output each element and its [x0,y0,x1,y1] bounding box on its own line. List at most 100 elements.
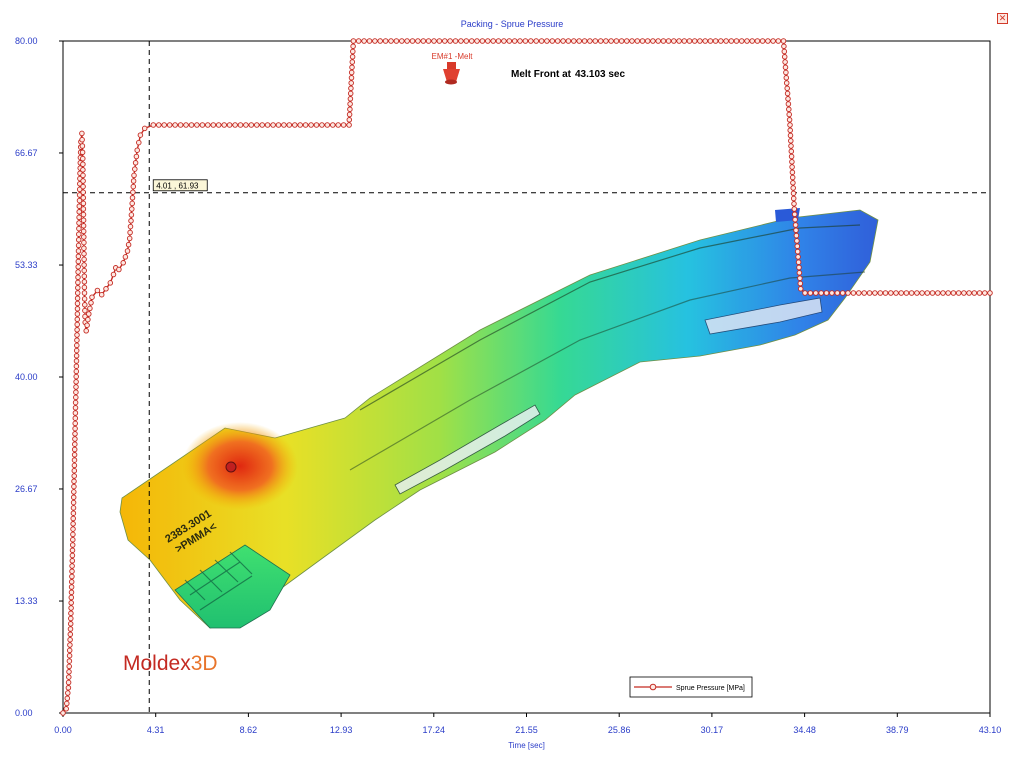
series-marker [790,195,797,202]
series-marker [929,290,936,296]
series-marker [68,605,74,611]
series-marker [82,302,88,308]
series-marker [676,38,682,44]
series-marker [70,531,76,538]
x-axis-title: Time [sec] [508,741,545,750]
series-marker [349,59,356,65]
series-marker [650,38,656,44]
series-marker [67,642,73,648]
series-marker [75,258,82,265]
series-marker [72,425,78,432]
series-marker [75,274,81,281]
series-marker [442,38,448,44]
series-marker [393,38,400,44]
series-marker [787,127,793,134]
series-marker [355,38,362,44]
series-marker [80,167,86,173]
series-marker [254,122,260,128]
series-marker [72,410,79,416]
series-marker [125,241,132,248]
series-marker [781,48,788,55]
series-marker [275,122,282,128]
series-marker [74,337,80,343]
series-marker [671,38,677,44]
series-marker [785,96,791,102]
series-marker [68,589,75,596]
series-marker [72,431,78,437]
series-marker [76,220,82,226]
series-marker [71,473,77,479]
series-marker [67,636,73,643]
series-marker [126,235,133,242]
series-marker [199,122,206,128]
series-marker [64,700,70,707]
series-marker [458,38,464,44]
series-marker [834,290,841,296]
x-tick-label: 38.79 [886,725,909,735]
series-marker [210,122,217,128]
series-marker [73,368,80,375]
series-marker [243,122,249,128]
series-marker [404,38,410,44]
series-marker [107,280,114,286]
series-marker [313,122,320,128]
series-marker [784,90,791,97]
x-tick-label: 12.93 [330,725,353,735]
series-marker [790,190,797,197]
series-marker [74,342,80,349]
x-axis: 0.00 4.31 8.62 12.93 17.24 21.55 25.86 30.17 34.… [54,713,1001,735]
series-marker [81,273,88,279]
series-marker [792,216,798,223]
series-marker [335,122,341,128]
series-marker [744,38,750,44]
series-marker [783,80,790,86]
series-marker [81,262,87,268]
series-marker [76,225,82,232]
series-marker [68,615,74,622]
series-marker [69,573,75,580]
series-marker [221,122,227,128]
series-marker [75,248,82,254]
series-marker [73,373,79,380]
series-marker [75,264,81,270]
series-marker [914,290,920,296]
series-marker [898,290,904,296]
series-marker [183,122,189,128]
series-marker [888,290,894,296]
cursor-readout: 4.01 , 61.93 [156,181,199,190]
series-marker [517,38,523,44]
series-marker [74,290,81,296]
series-marker [372,38,378,44]
series-marker [681,38,688,44]
series-marker [629,38,635,44]
series-marker [823,290,830,296]
series-marker [829,290,835,296]
series-marker [122,254,129,260]
series-marker [85,316,91,323]
series-marker [759,38,766,44]
series-marker [75,253,82,260]
series-marker [346,111,353,118]
series-marker [795,259,802,265]
y-tick-label: 66.67 [15,148,38,158]
series-marker [783,75,790,81]
series-marker [818,290,824,296]
series-marker [789,174,796,181]
series-marker [787,122,793,128]
series-marker [945,290,951,296]
series-marker [791,211,798,218]
series-marker [797,280,804,287]
series-marker [935,290,941,296]
series-marker [94,287,101,294]
series-marker [793,227,799,234]
series-marker [399,38,405,44]
series-marker [270,122,276,128]
series-marker [791,201,797,207]
series-marker [982,290,988,296]
series-marker [81,251,87,257]
series-marker [98,291,105,298]
series-marker [950,290,957,296]
series-marker [346,117,353,123]
moldex3d-logo: Moldex3D [123,652,218,675]
series-marker [66,647,73,654]
